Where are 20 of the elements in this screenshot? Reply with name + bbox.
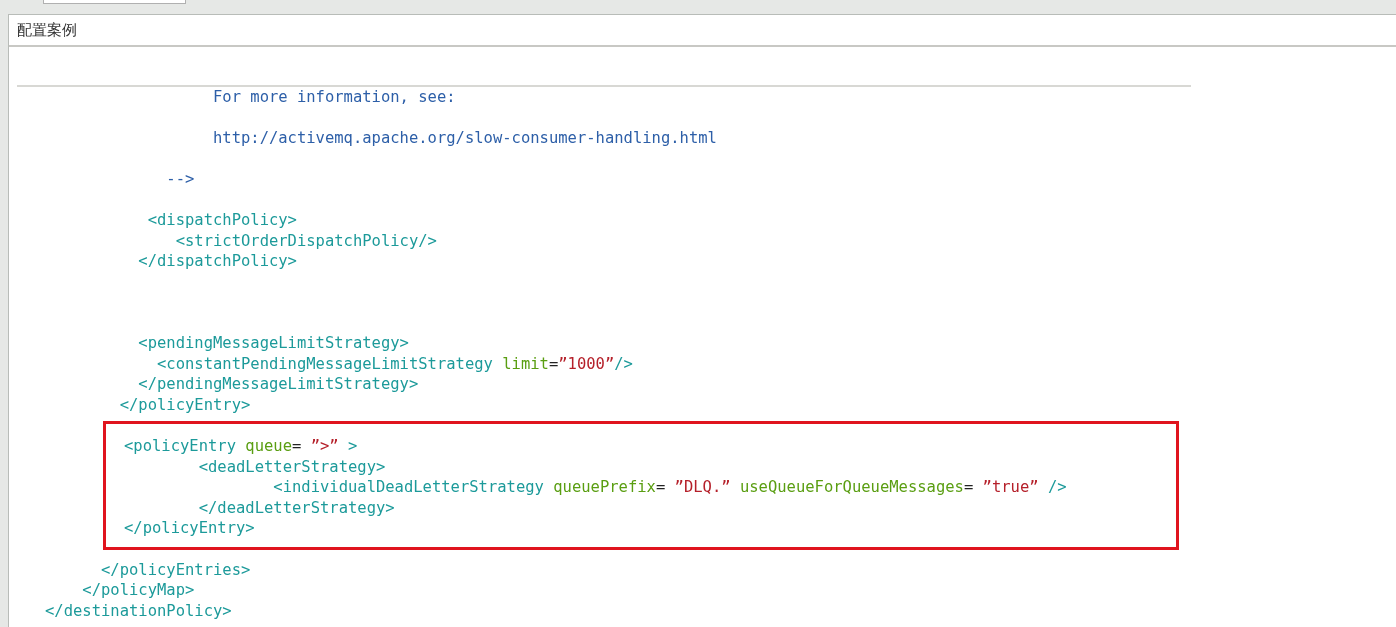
code-line: </policyEntry> — [118, 394, 251, 415]
code-line: <constantPendingMessageLimitStrategy limit=”1000”/> — [155, 353, 633, 374]
code-line: <policyEntry queue= ”>” > — [124, 436, 358, 457]
code-line: <strictOrderDispatchPolicy/> — [174, 230, 437, 251]
code-line: <dispatchPolicy> — [146, 210, 297, 231]
code-line: </destinationPolicy> — [44, 600, 232, 621]
code-line: </policyEntries> — [100, 559, 251, 580]
code-line: </policyMap> — [81, 580, 195, 601]
code-line: </deadLetterStrategy> — [197, 497, 395, 518]
code-line: --> — [165, 169, 195, 190]
code-line: For more information, see: — [211, 87, 456, 108]
code-line: </dispatchPolicy> — [137, 251, 297, 272]
code-line: <individualDeadLetterStrategy queuePrefix= ”DLQ.” useQueueForQueueMessages= ”true” /> — [272, 477, 1067, 498]
code-line: </policyEntry> — [124, 518, 255, 539]
code-line: </pendingMessageLimitStrategy> — [137, 374, 419, 395]
tab-background[interactable] — [43, 0, 186, 4]
panel-title: 配置案例 — [17, 19, 77, 41]
code-line: <pendingMessageLimitStrategy> — [137, 333, 409, 354]
code-line: <deadLetterStrategy> — [197, 456, 386, 477]
code-line: http://activemq.apache.org/slow-consumer-handling.html — [211, 128, 717, 149]
